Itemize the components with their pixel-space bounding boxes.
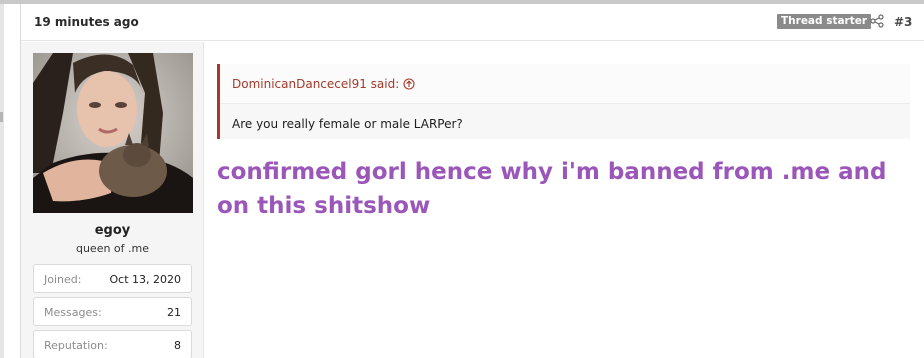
user-title: queen of .me (75, 242, 150, 255)
stat-reputation: Reputation: 8 (33, 330, 192, 358)
quote-author-text: DominicanDancecel91 said: (232, 77, 400, 91)
left-gutter-mark (0, 112, 3, 122)
post-timestamp[interactable]: 19 minutes ago (34, 15, 139, 29)
quote-block: DominicanDancecel91 said: Are you really… (217, 64, 910, 139)
share-icon[interactable] (870, 14, 884, 28)
thread-starter-badge: Thread starter (777, 14, 872, 29)
stat-messages-value: 21 (167, 306, 181, 319)
stat-joined-label: Joined: (44, 273, 82, 286)
stat-reputation-label: Reputation: (44, 339, 108, 352)
post-number-link[interactable]: #3 (894, 15, 912, 29)
stat-reputation-value: 8 (174, 339, 181, 352)
stat-joined: Joined: Oct 13, 2020 (33, 264, 192, 293)
username-link[interactable]: egoy (21, 223, 204, 238)
stat-messages-label: Messages: (44, 306, 102, 319)
quote-text: Are you really female or male LARPer? (232, 117, 463, 131)
user-info-panel: egoy queen of .me Joined: Oct 13, 2020 M… (21, 42, 204, 358)
post-message: confirmed gorl hence why i'm banned from… (217, 159, 887, 219)
stat-messages: Messages: 21 (33, 297, 192, 326)
left-gutter (0, 4, 4, 358)
circle-arrow-up-icon[interactable] (403, 78, 415, 90)
stat-joined-value: Oct 13, 2020 (109, 273, 182, 286)
forum-post: 19 minutes ago Thread starter #3 egoy qu… (20, 4, 924, 358)
quote-author-link[interactable]: DominicanDancecel91 said: (232, 77, 415, 91)
post-header: 19 minutes ago Thread starter #3 (21, 4, 924, 41)
avatar[interactable] (33, 53, 193, 213)
quote-header: DominicanDancecel91 said: (220, 64, 910, 104)
avatar-photo (33, 53, 193, 213)
